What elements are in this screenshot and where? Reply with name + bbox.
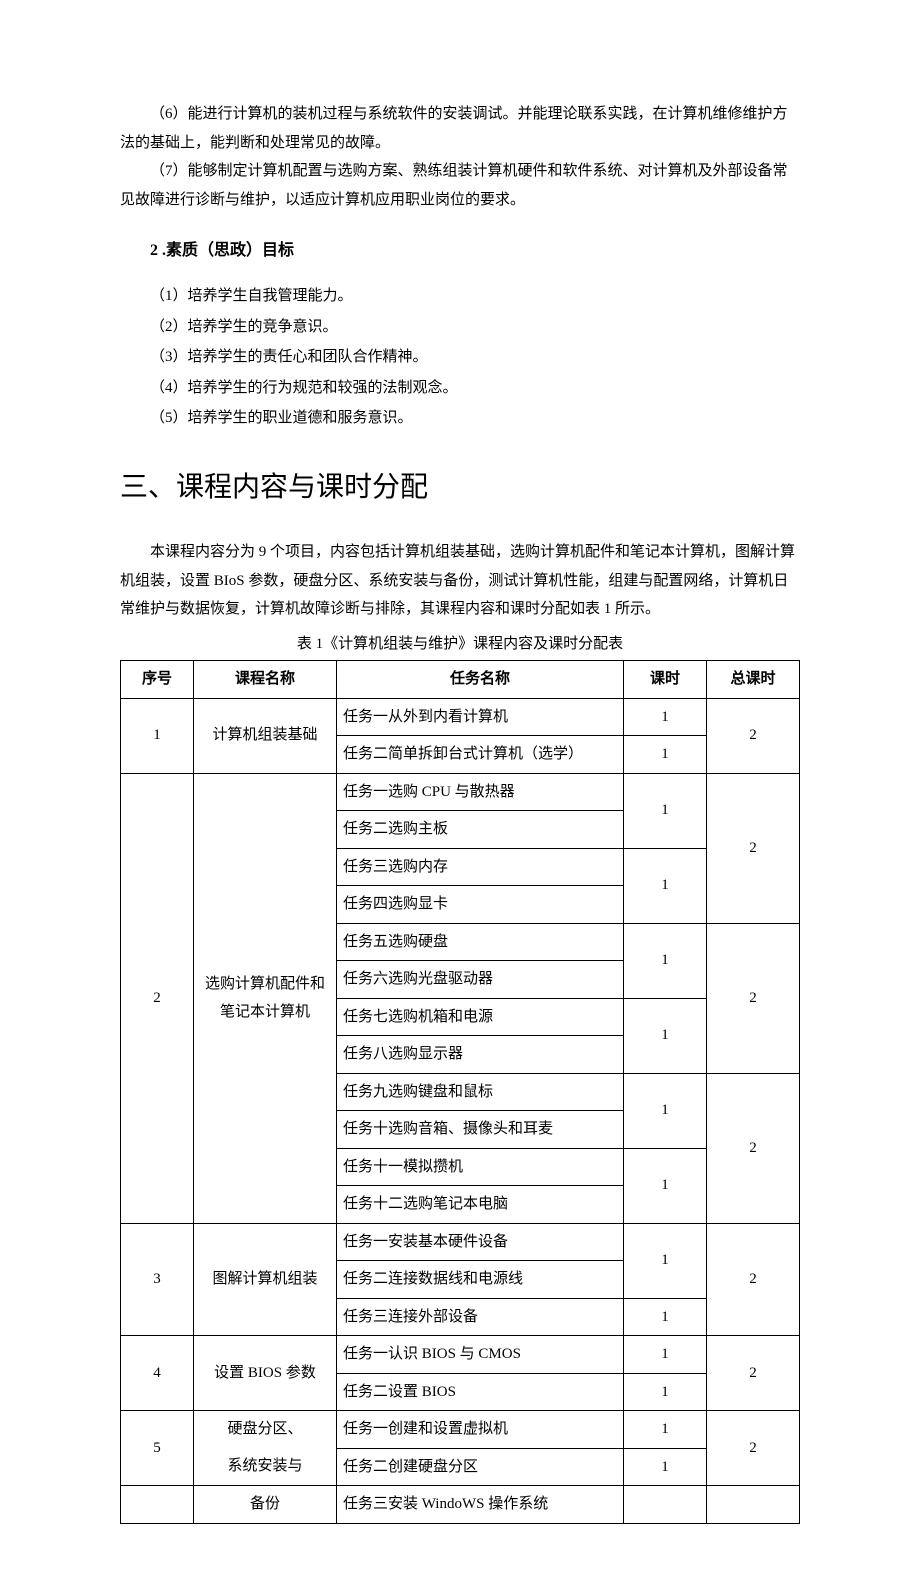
- th-seq: 序号: [121, 661, 194, 699]
- cell-seq: [121, 1486, 194, 1524]
- cell-hours: 1: [624, 1336, 707, 1374]
- table-row: 5 硬盘分区、 任务一创建和设置虚拟机 1 2: [121, 1411, 800, 1449]
- cell-hours: 1: [624, 1148, 707, 1223]
- cell-task: 任务七选购机箱和电源: [337, 998, 624, 1036]
- cell-total: 2: [707, 698, 800, 773]
- cell-task: 任务六选购光盘驱动器: [337, 961, 624, 999]
- table-row: 4 设置 BIOS 参数 任务一认识 BIOS 与 CMOS 1 2: [121, 1336, 800, 1374]
- cell-course: 备份: [194, 1486, 337, 1524]
- cell-hours: 1: [624, 1073, 707, 1148]
- cell-seq: 3: [121, 1223, 194, 1336]
- cell-task: 任务三连接外部设备: [337, 1298, 624, 1336]
- cell-course: 选购计算机配件和笔记本计算机: [194, 773, 337, 1223]
- cell-total: 2: [707, 1073, 800, 1223]
- cell-hours: 1: [624, 1448, 707, 1486]
- th-task: 任务名称: [337, 661, 624, 699]
- quality-goals-list: （1）培养学生自我管理能力。 （2）培养学生的竞争意识。 （3）培养学生的责任心…: [150, 282, 800, 433]
- cell-course: 图解计算机组装: [194, 1223, 337, 1336]
- cell-task: 任务十二选购笔记本电脑: [337, 1186, 624, 1224]
- cell-task: 任务十选购音箱、摄像头和耳麦: [337, 1111, 624, 1149]
- table-row: 系统安装与 任务二创建硬盘分区 1: [121, 1448, 800, 1486]
- paragraph-7: （7）能够制定计算机配置与选购方案、熟练组装计算机硬件和软件系统、对计算机及外部…: [120, 157, 800, 214]
- section-2-heading: 2 .素质（思政）目标: [150, 236, 800, 266]
- cell-task: 任务一安装基本硬件设备: [337, 1223, 624, 1261]
- cell-task: 任务二简单拆卸台式计算机（选学）: [337, 736, 624, 774]
- cell-total: [707, 1486, 800, 1524]
- cell-task: 任务八选购显示器: [337, 1036, 624, 1074]
- cell-hours: 1: [624, 698, 707, 736]
- cell-total: 2: [707, 773, 800, 923]
- cell-task: 任务十一模拟攒机: [337, 1148, 624, 1186]
- cell-task: 任务四选购显卡: [337, 886, 624, 924]
- cell-task: 任务二选购主板: [337, 811, 624, 849]
- cell-seq: 4: [121, 1336, 194, 1411]
- section-3-heading: 三、课程内容与课时分配: [120, 461, 800, 514]
- section-3-paragraph: 本课程内容分为 9 个项目，内容包括计算机组装基础，选购计算机配件和笔记本计算机…: [120, 538, 800, 624]
- cell-hours: 1: [624, 998, 707, 1073]
- table-row: 1 计算机组装基础 任务一从外到内看计算机 1 2: [121, 698, 800, 736]
- cell-hours: 1: [624, 736, 707, 774]
- cell-hours: [624, 1486, 707, 1524]
- cell-task: 任务二设置 BIOS: [337, 1373, 624, 1411]
- table-row: 2 选购计算机配件和笔记本计算机 任务一选购 CPU 与散热器 1 2: [121, 773, 800, 811]
- cell-task: 任务一认识 BIOS 与 CMOS: [337, 1336, 624, 1374]
- cell-hours: 1: [624, 1298, 707, 1336]
- table-caption: 表 1《计算机组装与维护》课程内容及课时分配表: [120, 630, 800, 659]
- cell-seq: 1: [121, 698, 194, 773]
- cell-total: 2: [707, 923, 800, 1073]
- cell-hours: 1: [624, 923, 707, 998]
- cell-seq: 2: [121, 773, 194, 1223]
- cell-seq: 5: [121, 1411, 194, 1486]
- cell-course: 设置 BIOS 参数: [194, 1336, 337, 1411]
- cell-task: 任务三选购内存: [337, 848, 624, 886]
- cell-total: 2: [707, 1411, 800, 1486]
- cell-task: 任务一创建和设置虚拟机: [337, 1411, 624, 1449]
- th-course: 课程名称: [194, 661, 337, 699]
- cell-task: 任务九选购键盘和鼠标: [337, 1073, 624, 1111]
- th-total: 总课时: [707, 661, 800, 699]
- cell-course: 硬盘分区、: [194, 1411, 337, 1449]
- goal-item-2: （2）培养学生的竞争意识。: [150, 313, 800, 342]
- th-hours: 课时: [624, 661, 707, 699]
- course-hours-table: 序号 课程名称 任务名称 课时 总课时 1 计算机组装基础 任务一从外到内看计算…: [120, 660, 800, 1524]
- cell-hours: 1: [624, 848, 707, 923]
- goal-item-4: （4）培养学生的行为规范和较强的法制观念。: [150, 374, 800, 403]
- cell-course: 计算机组装基础: [194, 698, 337, 773]
- table-header-row: 序号 课程名称 任务名称 课时 总课时: [121, 661, 800, 699]
- goal-item-5: （5）培养学生的职业道德和服务意识。: [150, 404, 800, 433]
- goal-item-3: （3）培养学生的责任心和团队合作精神。: [150, 343, 800, 372]
- cell-hours: 1: [624, 1223, 707, 1298]
- cell-task: 任务二创建硬盘分区: [337, 1448, 624, 1486]
- cell-task: 任务二连接数据线和电源线: [337, 1261, 624, 1299]
- cell-task: 任务一选购 CPU 与散热器: [337, 773, 624, 811]
- cell-task: 任务一从外到内看计算机: [337, 698, 624, 736]
- cell-task: 任务三安装 WindoWS 操作系统: [337, 1486, 624, 1524]
- table-row: 备份 任务三安装 WindoWS 操作系统: [121, 1486, 800, 1524]
- cell-total: 2: [707, 1223, 800, 1336]
- cell-hours: 1: [624, 1411, 707, 1449]
- paragraph-6: （6）能进行计算机的装机过程与系统软件的安装调试。并能理论联系实践，在计算机维修…: [120, 100, 800, 157]
- goal-item-1: （1）培养学生自我管理能力。: [150, 282, 800, 311]
- cell-course: 系统安装与: [194, 1448, 337, 1486]
- cell-hours: 1: [624, 773, 707, 848]
- cell-task: 任务五选购硬盘: [337, 923, 624, 961]
- cell-hours: 1: [624, 1373, 707, 1411]
- table-row: 3 图解计算机组装 任务一安装基本硬件设备 1 2: [121, 1223, 800, 1261]
- cell-total: 2: [707, 1336, 800, 1411]
